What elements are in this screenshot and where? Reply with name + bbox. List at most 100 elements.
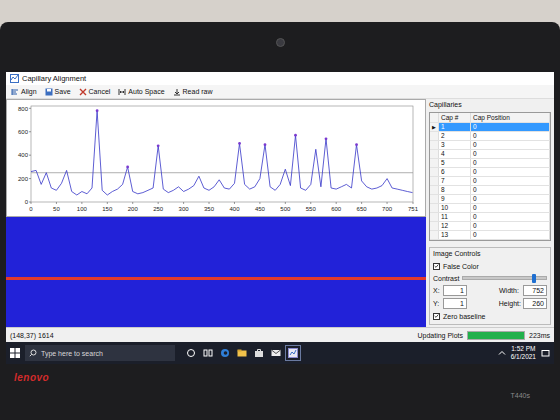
system-tray: 1:52 PM 6/1/2021	[498, 345, 550, 361]
cap-cell: 6	[439, 168, 471, 176]
table-row[interactable]: 7 0	[430, 177, 550, 186]
laptop: Capillary Alignment Align Save Cancel Au…	[0, 22, 560, 420]
x-tick-label: 650	[357, 206, 368, 212]
search-icon	[29, 349, 37, 357]
table-row[interactable]: 11 0	[430, 213, 550, 222]
checkbox[interactable]	[433, 263, 440, 270]
x-field: X: 1	[433, 285, 467, 296]
y-tick-label: 400	[18, 152, 29, 158]
signal-line	[31, 111, 413, 195]
table-row[interactable]: ▶ 1 0	[430, 123, 550, 132]
row-pointer	[430, 168, 439, 176]
row-pointer	[430, 222, 439, 230]
table-row[interactable]: 12 0	[430, 222, 550, 231]
table-row[interactable]: 4 0	[430, 150, 550, 159]
chevron-up-icon[interactable]	[498, 349, 506, 357]
peak-marker	[96, 109, 99, 112]
mail-icon[interactable]	[271, 348, 281, 358]
y-spinner[interactable]: 1	[443, 298, 467, 309]
align-icon	[11, 88, 19, 96]
table-row[interactable]: 9 0	[430, 195, 550, 204]
folder-icon[interactable]	[237, 348, 247, 358]
x-tick	[158, 202, 159, 204]
widgets-icon[interactable]	[203, 348, 213, 358]
cap-cell: 7	[439, 177, 471, 185]
bezel-bottom: lenovo T440s	[0, 364, 560, 420]
peak-marker	[355, 143, 358, 146]
row-pointer	[430, 204, 439, 212]
row-pointer	[430, 231, 439, 239]
cap-cell: 2	[439, 132, 471, 140]
height-label: Height:	[499, 300, 521, 307]
position-cell: 0	[471, 186, 550, 194]
y-tick	[29, 108, 31, 109]
table-row[interactable]: 8 0	[430, 186, 550, 195]
spacing-icon	[118, 88, 126, 96]
table-row[interactable]: 6 0	[430, 168, 550, 177]
clock[interactable]: 1:52 PM 6/1/2021	[511, 345, 536, 361]
x-spinner[interactable]: 1	[443, 285, 467, 296]
capillary-app-icon[interactable]	[288, 348, 298, 358]
image-view[interactable]	[6, 217, 426, 327]
chart-plot: 0200400600800050100150200250300350400450…	[7, 100, 421, 216]
toolbar-button[interactable]: Save	[44, 88, 72, 96]
position-cell: 0	[471, 204, 550, 212]
width-spinner[interactable]: 752	[523, 285, 547, 296]
y-tick-label: 0	[25, 199, 29, 205]
x-tick-label: 450	[255, 206, 266, 212]
x-tick	[183, 202, 184, 204]
plot-area	[31, 106, 413, 202]
toolbar-button[interactable]: Auto Space	[117, 88, 165, 96]
checkbox[interactable]	[433, 313, 440, 320]
pinned-apps	[186, 348, 298, 358]
table-row[interactable]: 2 0	[430, 132, 550, 141]
y-tick	[29, 178, 31, 179]
notifications-icon[interactable]	[541, 349, 550, 358]
y-tick	[29, 131, 31, 132]
position-cell: 0	[471, 132, 550, 140]
capillaries-table: Cap #Cap Position ▶ 1 0 2 0 3 0 4 0 5 0 …	[429, 112, 551, 241]
webcam-icon	[276, 38, 285, 47]
y-field: Y: 1	[433, 298, 467, 309]
table-row[interactable]: 10 0	[430, 204, 550, 213]
zero-baseline-checkbox[interactable]: Zero baseline	[433, 311, 547, 321]
x-tick-label: 400	[229, 206, 240, 212]
position-cell: 0	[471, 213, 550, 221]
table-row[interactable]: 13 0	[430, 231, 550, 240]
cap-cell: 9	[439, 195, 471, 203]
contrast-slider[interactable]	[462, 274, 547, 283]
toolbar: Align Save Cancel Auto Space Read raw	[6, 85, 554, 99]
slider-thumb[interactable]	[532, 274, 536, 283]
search-box[interactable]: Type here to search	[25, 345, 175, 361]
position-cell: 0	[471, 168, 550, 176]
position-cell: 0	[471, 222, 550, 230]
status-time: 223ms	[529, 332, 550, 339]
clock-time: 1:52 PM	[511, 345, 535, 353]
task-view-icon[interactable]	[186, 348, 196, 358]
false-color-checkbox[interactable]: False Color	[433, 261, 547, 271]
x-tick-label: 550	[306, 206, 317, 212]
edge-icon[interactable]	[220, 348, 230, 358]
row-pointer: ▶	[430, 123, 439, 131]
toolbar-button[interactable]: Align	[10, 88, 38, 96]
table-row[interactable]: 5 0	[430, 159, 550, 168]
screen: Capillary Alignment Align Save Cancel Au…	[6, 72, 554, 364]
content: 0200400600800050100150200250300350400450…	[6, 99, 554, 327]
peak-marker	[126, 165, 129, 168]
capillary-line	[6, 277, 426, 280]
toolbar-button[interactable]: Read raw	[172, 88, 214, 96]
windows-icon[interactable]	[10, 348, 20, 358]
taskbar: Type here to search 1:52 PM 6/1/2021	[6, 342, 554, 364]
toolbar-button[interactable]: Cancel	[78, 88, 112, 96]
store-icon[interactable]	[254, 348, 264, 358]
table-row[interactable]: 3 0	[430, 141, 550, 150]
cap-cell: 4	[439, 150, 471, 158]
cursor-readout: (148,37) 1614	[10, 332, 54, 339]
x-tick-label: 50	[53, 206, 60, 212]
status-task: Updating Plots	[417, 332, 463, 339]
height-spinner[interactable]: 260	[523, 298, 547, 309]
left-column: 0200400600800050100150200250300350400450…	[6, 99, 426, 327]
y-height-row: Y: 1 Height: 260	[433, 298, 547, 309]
y-tick-label: 200	[18, 176, 29, 182]
position-cell: 0	[471, 177, 550, 185]
